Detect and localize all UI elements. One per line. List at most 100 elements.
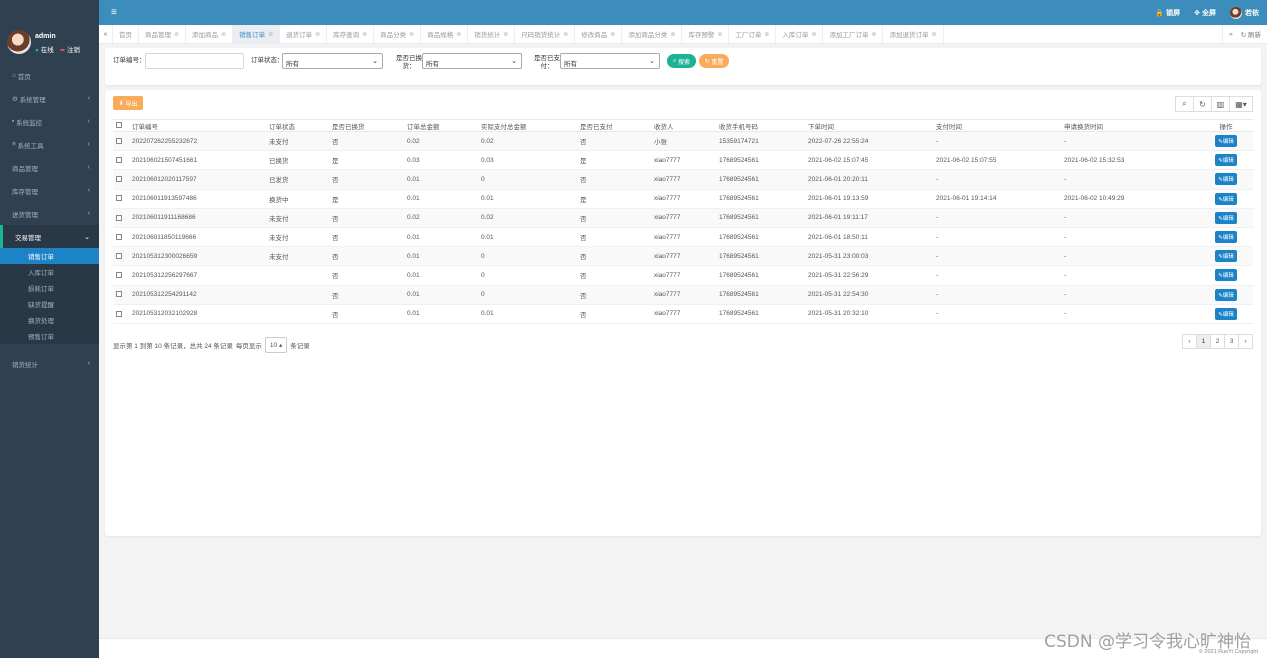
- tab-item[interactable]: 商品管理 ⊗: [139, 25, 187, 43]
- close-icon[interactable]: ⊗: [315, 31, 320, 38]
- tab-item[interactable]: 库存预警 ⊗: [682, 25, 730, 43]
- order-no-input[interactable]: [145, 53, 244, 69]
- row-checkbox[interactable]: [116, 214, 122, 221]
- tab-item[interactable]: 添加退货订单 ⊗: [883, 25, 944, 43]
- close-icon[interactable]: ⊗: [610, 31, 615, 38]
- lock-screen-button[interactable]: 🔒 锁屏: [1155, 8, 1180, 18]
- column-header[interactable]: 下单时间: [805, 119, 933, 132]
- paid-select[interactable]: 所有 ⌄: [560, 53, 660, 69]
- page-3-button[interactable]: 3: [1224, 334, 1239, 349]
- sidebar-subitem-sales-orders[interactable]: 销售订单: [0, 248, 99, 264]
- export-button[interactable]: ⬇ 导出: [113, 96, 143, 110]
- tab-item[interactable]: 商品规格 ⊗: [421, 25, 469, 43]
- tab-item[interactable]: 销货统计 ⊗: [468, 25, 516, 43]
- edit-button[interactable]: ✎编辑: [1215, 269, 1237, 282]
- fullscreen-button[interactable]: ✥ 全屏: [1194, 8, 1216, 18]
- tab-item[interactable]: 库存查询 ⊗: [327, 25, 375, 43]
- column-header[interactable]: 申请换货时间: [1061, 119, 1199, 132]
- row-checkbox[interactable]: [116, 157, 122, 164]
- tab-item[interactable]: 退货订单 ⊗: [280, 25, 328, 43]
- columns-toggle-icon[interactable]: ▥: [1211, 96, 1230, 112]
- table-row[interactable]: 202106011850119666 未支付否 0.01 0.01 否 xiao7777 1…: [113, 227, 1253, 248]
- tabs-scroll-right-icon[interactable]: »: [1229, 31, 1233, 38]
- column-header[interactable]: 是否已换货: [329, 119, 404, 132]
- user-menu[interactable]: 若依: [1230, 6, 1259, 19]
- close-icon[interactable]: ⊗: [563, 31, 568, 38]
- row-checkbox[interactable]: [116, 253, 122, 259]
- sidebar-subitem-exchange[interactable]: 换货处理: [0, 312, 99, 328]
- sidebar-item-monitor[interactable]: ▪ 系统监控 ‹: [0, 110, 99, 133]
- avatar[interactable]: [7, 30, 31, 54]
- column-header[interactable]: 支付时间: [933, 119, 1061, 132]
- close-icon[interactable]: ⊗: [871, 31, 876, 38]
- prev-page-icon[interactable]: ‹: [1182, 334, 1197, 349]
- row-checkbox[interactable]: [116, 137, 122, 144]
- row-checkbox[interactable]: [116, 310, 122, 317]
- refresh-icon[interactable]: ↻: [1193, 96, 1212, 112]
- edit-button[interactable]: ✎编辑: [1215, 250, 1237, 263]
- edit-button[interactable]: ✎编辑: [1215, 173, 1237, 186]
- edit-button[interactable]: ✎编辑: [1215, 211, 1237, 224]
- tab-item[interactable]: 添加工厂订单 ⊗: [823, 25, 884, 43]
- edit-button[interactable]: ✎编辑: [1215, 154, 1237, 167]
- sidebar-item-system[interactable]: ⚙ 系统管理 ‹: [0, 87, 99, 110]
- sidebar-item-purchase[interactable]: 进货管理 ‹: [0, 202, 99, 225]
- logout-link[interactable]: ➦ 注销: [60, 44, 80, 54]
- table-row[interactable]: 202106012020117597 已发货否 0.01 0 否 xiao7777 1768…: [113, 169, 1253, 190]
- sidebar-subitem-presale[interactable]: 预售订单: [0, 328, 99, 344]
- tab-home[interactable]: 首页: [113, 25, 139, 43]
- tab-item[interactable]: 入库订单 ⊗: [776, 25, 824, 43]
- tab-item[interactable]: 添加商品分类 ⊗: [622, 25, 683, 43]
- tab-item[interactable]: 商品分类 ⊗: [374, 25, 422, 43]
- sidebar-item-sales-stats[interactable]: 销货统计 ‹: [0, 352, 99, 375]
- tabs-scroll-left-icon[interactable]: «: [99, 25, 113, 43]
- edit-button[interactable]: ✎编辑: [1215, 231, 1237, 244]
- column-header[interactable]: 收货手机号码: [716, 119, 805, 132]
- close-icon[interactable]: ⊗: [268, 31, 273, 38]
- status-select[interactable]: 所有 ⌄: [282, 53, 383, 69]
- table-row[interactable]: 202106011913597486 换货中是 0.01 0.01 是 xiao7777 1…: [113, 189, 1253, 209]
- sidebar-subitem-inbound-orders[interactable]: 入库订单: [0, 264, 99, 280]
- row-checkbox[interactable]: [116, 233, 122, 240]
- sidebar-item-trade[interactable]: 交易管理 ⌄: [0, 225, 99, 248]
- close-icon[interactable]: ⊗: [456, 31, 461, 38]
- row-checkbox[interactable]: [116, 291, 122, 298]
- tab-item[interactable]: 工厂订单 ⊗: [729, 25, 777, 43]
- edit-button[interactable]: ✎编辑: [1215, 288, 1237, 301]
- sidebar-item-tools[interactable]: ≡ 系统工具 ‹: [0, 133, 99, 156]
- search-button[interactable]: ⌕ 搜索: [667, 54, 696, 68]
- exchange-select[interactable]: 所有 ⌄: [422, 53, 522, 69]
- edit-button[interactable]: ✎编辑: [1215, 307, 1237, 320]
- column-header[interactable]: 是否已支付: [577, 119, 651, 132]
- tab-item[interactable]: 添加商品 ⊗: [186, 25, 234, 43]
- tab-item[interactable]: 修改商品 ⊗: [575, 25, 623, 43]
- tab-item[interactable]: 尺码销货统计 ⊗: [515, 25, 576, 43]
- table-row[interactable]: 202106011911168686 未支付否 0.02 0.02 否 xiao7777 1…: [113, 208, 1253, 228]
- page-size-dropdown[interactable]: 10 ▴: [264, 337, 288, 353]
- page-1-button[interactable]: 1: [1196, 334, 1211, 349]
- tab-item[interactable]: 销售订单 ⊗: [233, 25, 281, 43]
- close-icon[interactable]: ⊗: [811, 31, 816, 38]
- reset-button[interactable]: ↻ 重置: [699, 54, 729, 68]
- column-header[interactable]: 收货人: [651, 119, 716, 132]
- close-icon[interactable]: ⊗: [221, 31, 226, 38]
- column-header[interactable]: 订单编号: [129, 119, 266, 132]
- column-header[interactable]: 实际支付总金额: [478, 119, 577, 132]
- table-row[interactable]: 202105312254291142 否 0.01 0 否 xiao7777 1768952…: [113, 285, 1253, 305]
- close-icon[interactable]: ⊗: [717, 31, 722, 38]
- edit-button[interactable]: ✎编辑: [1215, 135, 1237, 148]
- sidebar-item-inventory[interactable]: 库存管理 ‹: [0, 179, 99, 202]
- refresh-button[interactable]: ↻ 刷新: [1241, 29, 1261, 39]
- column-header[interactable]: 订单总金额: [404, 119, 478, 132]
- close-icon[interactable]: ⊗: [931, 31, 936, 38]
- sidebar-subitem-stockout-alert[interactable]: 缺货提醒: [0, 296, 99, 312]
- close-icon[interactable]: ⊗: [670, 31, 675, 38]
- edit-button[interactable]: ✎编辑: [1215, 192, 1237, 205]
- select-all-checkbox[interactable]: [116, 122, 122, 129]
- close-icon[interactable]: ⊗: [174, 31, 179, 38]
- table-row[interactable]: 202105312300026659 未支付否 0.01 0 否 xiao7777 1768…: [113, 246, 1253, 267]
- table-row[interactable]: 202105312032102928 否 0.01 0.01 否 xiao7777 1768…: [113, 304, 1253, 324]
- next-page-icon[interactable]: ›: [1238, 334, 1253, 349]
- row-checkbox[interactable]: [116, 176, 122, 183]
- row-checkbox[interactable]: [116, 195, 122, 202]
